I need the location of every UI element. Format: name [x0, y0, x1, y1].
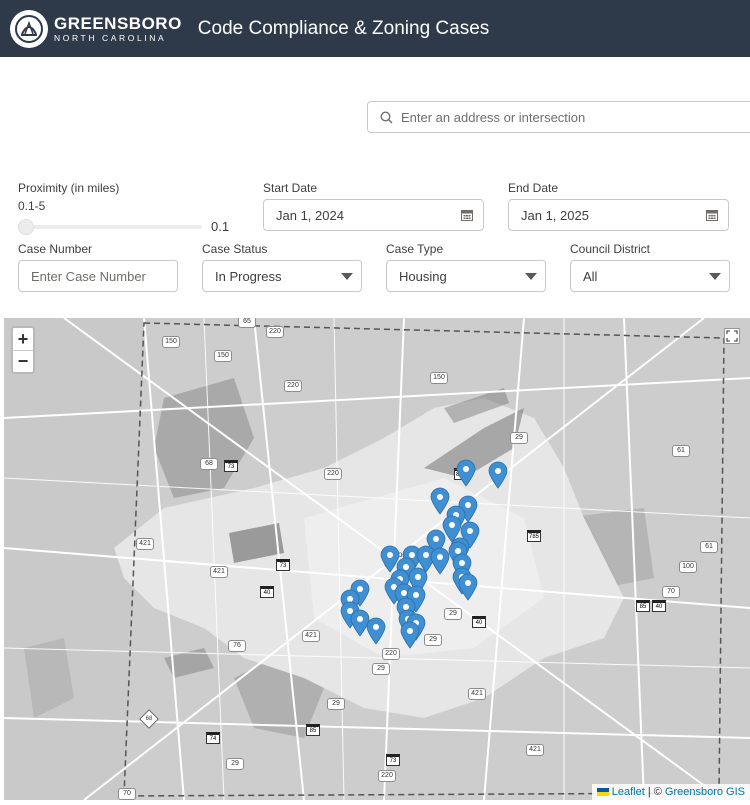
case-status-value: In Progress	[215, 268, 282, 284]
calendar-icon[interactable]	[706, 209, 718, 221]
case-marker-icon[interactable]	[366, 617, 386, 645]
end-date-value: Jan 1, 2025	[521, 207, 589, 223]
case-type-label: Case Type	[386, 242, 444, 256]
case-status-label: Case Status	[202, 242, 268, 256]
end-date-label: End Date	[508, 181, 559, 195]
logo-emblem-icon	[10, 9, 48, 48]
proximity-range: 0.1-5	[18, 199, 46, 213]
case-number-field[interactable]	[18, 260, 178, 292]
case-marker-icon[interactable]	[488, 461, 508, 489]
case-marker-icon[interactable]	[350, 609, 370, 637]
end-date-field[interactable]: Jan 1, 2025	[508, 199, 729, 231]
start-date-field[interactable]: Jan 1, 2024	[263, 199, 484, 231]
zoom-out-button[interactable]: −	[13, 350, 33, 372]
chevron-down-icon	[341, 273, 353, 280]
greensboro-logo[interactable]: GREENSBORO NORTH CAROLINA	[10, 9, 182, 48]
case-marker-icon[interactable]	[458, 573, 478, 601]
council-district-label: Council District	[570, 242, 651, 256]
case-marker-icon[interactable]	[380, 545, 400, 573]
case-type-select[interactable]: Housing	[386, 260, 546, 292]
address-search-input[interactable]	[401, 109, 731, 125]
address-search[interactable]	[367, 101, 750, 133]
map-attribution: Leaflet | © Greensboro GIS	[591, 784, 750, 800]
start-date-value: Jan 1, 2024	[276, 207, 344, 223]
greensboro-gis-link[interactable]: Greensboro GIS	[665, 786, 745, 798]
proximity-slider-thumb[interactable]	[18, 219, 34, 235]
case-markers-layer	[340, 459, 508, 649]
case-map[interactable]: 65 220 150 150 150 220 68 73 220 840 29 …	[4, 318, 750, 800]
leaflet-link[interactable]: Leaflet	[612, 786, 645, 798]
zoom-control: + −	[11, 326, 35, 374]
calendar-icon[interactable]	[461, 209, 473, 221]
case-number-label: Case Number	[18, 242, 93, 256]
case-marker-icon[interactable]	[400, 621, 420, 649]
council-district-value: All	[583, 268, 598, 284]
case-type-value: Housing	[399, 268, 447, 284]
app-header: GREENSBORO NORTH CAROLINA Code Complianc…	[0, 0, 750, 57]
fullscreen-icon[interactable]	[724, 328, 740, 344]
council-district-select[interactable]: All	[570, 260, 730, 292]
proximity-label: Proximity (in miles)	[18, 181, 120, 195]
proximity-value: 0.1	[211, 219, 230, 234]
ukraine-flag-icon	[596, 788, 609, 797]
proximity-slider-track[interactable]	[22, 225, 202, 229]
page-title: Code Compliance & Zoning Cases	[197, 17, 490, 39]
logo-state-text: NORTH CAROLINA	[54, 32, 167, 43]
case-status-select[interactable]: In Progress	[202, 260, 362, 292]
case-marker-icon[interactable]	[430, 547, 450, 575]
start-date-label: Start Date	[263, 181, 318, 195]
logo-city-text: GREENSBORO	[54, 13, 182, 33]
search-icon	[380, 110, 393, 123]
case-marker-icon[interactable]	[430, 487, 450, 515]
zoom-in-button[interactable]: +	[13, 328, 33, 350]
case-number-input[interactable]	[31, 268, 177, 284]
attribution-separator: | ©	[644, 786, 665, 798]
case-marker-icon[interactable]	[456, 459, 476, 487]
chevron-down-icon	[709, 273, 721, 280]
chevron-down-icon	[525, 273, 537, 280]
